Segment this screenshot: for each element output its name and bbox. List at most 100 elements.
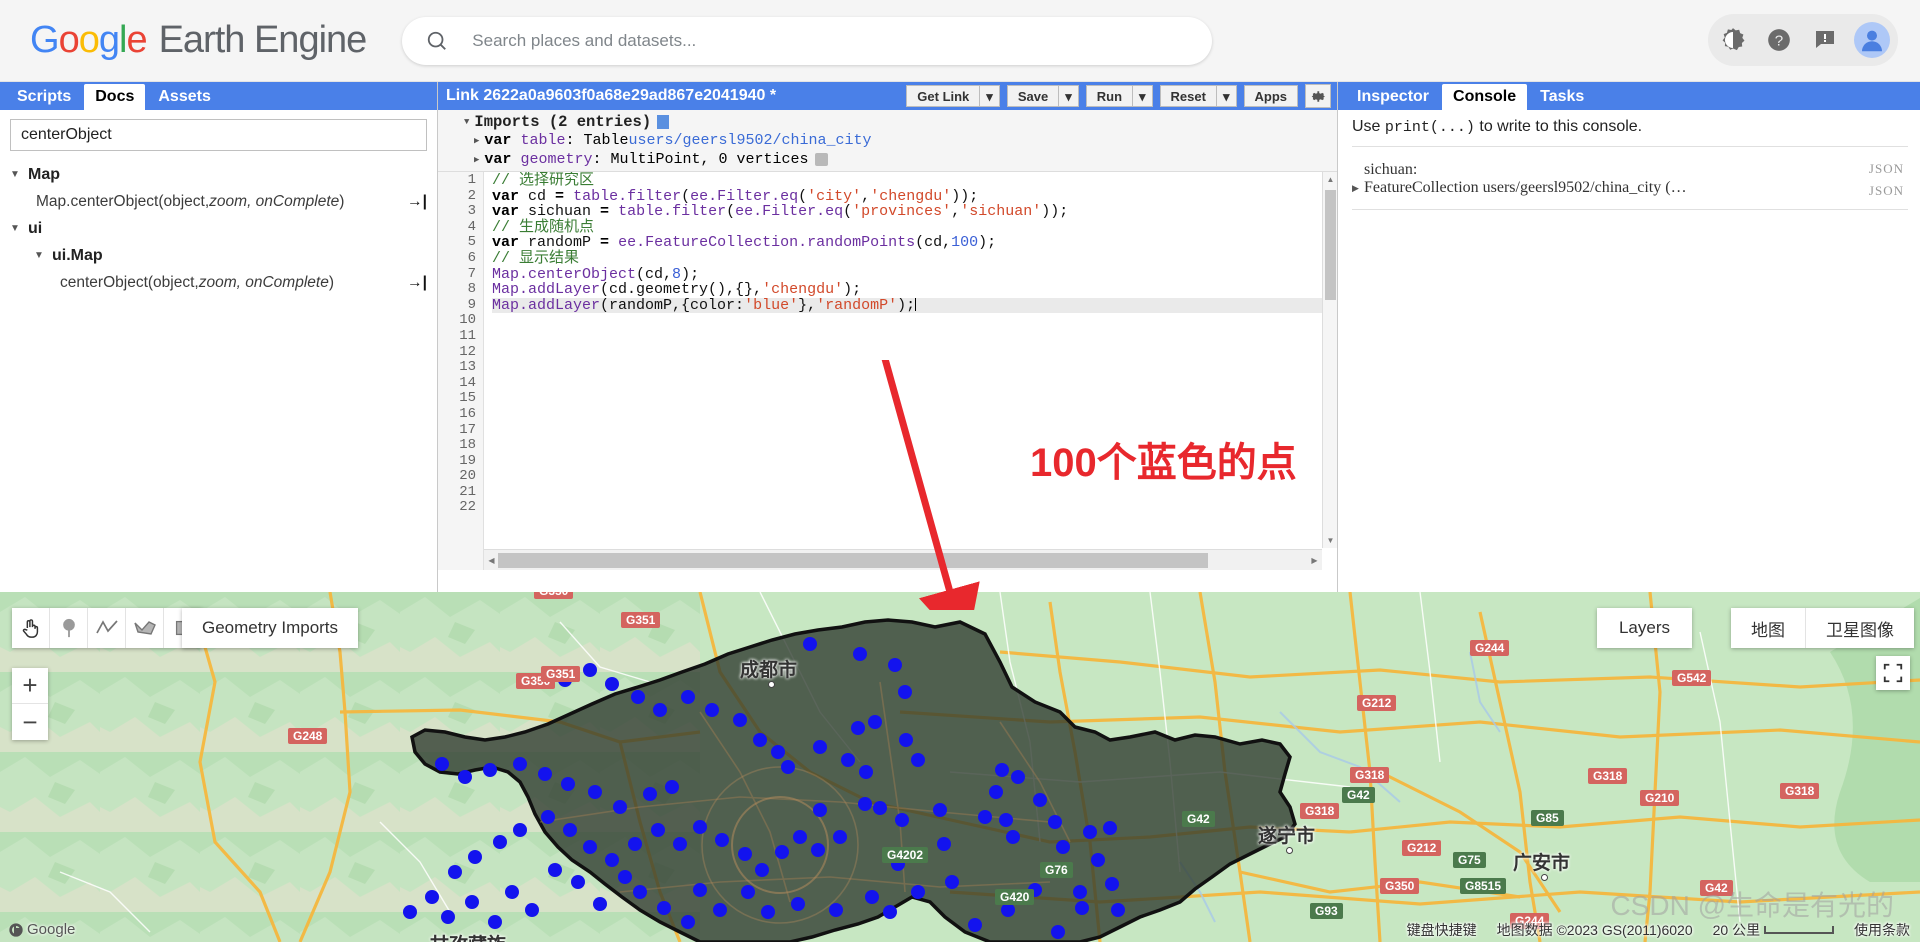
map-layers-button[interactable]: Layers [1596,608,1692,648]
code-line[interactable]: // 生成随机点 [492,219,1337,236]
scale-bar-icon [1764,926,1834,934]
search-icon [426,30,448,52]
sig-prefix: centerObject(object, [60,273,199,291]
insert-arrow-icon[interactable]: →| [407,193,427,211]
editor-horizontal-scrollbar[interactable]: ◀ ▶ [484,549,1322,570]
map-type-road-button[interactable]: 地图 [1731,608,1805,648]
code-line[interactable] [492,391,1337,407]
code-line[interactable]: Map.addLayer(cd.geometry(),{},'chengdu')… [492,282,1337,298]
code-line[interactable]: Map.centerObject(cd,8); [492,266,1337,283]
docs-tree-node-ui-map[interactable]: ▼ ui.Map [10,242,437,269]
console-entry-value: FeatureCollection users/geersl9502/china… [1364,179,1687,196]
code-line[interactable] [492,407,1337,423]
road-shield: G351 [541,666,581,682]
sig-params: zoom, onComplete [198,273,329,291]
save-dropdown[interactable]: ▾ [1058,85,1079,107]
tab-assets[interactable]: Assets [147,84,221,110]
horizontal-scroll-thumb[interactable] [498,553,1208,568]
scroll-up-arrow-icon[interactable]: ▲ [1323,172,1338,187]
hand-pan-icon[interactable] [12,608,50,648]
run-dropdown[interactable]: ▾ [1132,85,1153,107]
docs-search-input[interactable]: centerObject [10,119,427,151]
line-number: 19 [459,452,476,469]
get-link-dropdown[interactable]: ▾ [979,85,1000,107]
gear-icon[interactable] [1305,84,1331,108]
code-token: var [492,234,520,252]
polyline-icon[interactable] [88,608,126,648]
tab-tasks[interactable]: Tasks [1529,84,1595,110]
tab-docs[interactable]: Docs [84,83,146,110]
reset-button[interactable]: Reset [1159,85,1216,107]
import-asset-path[interactable]: users/geersl9502/china_city [628,132,871,149]
road-shield: G75 [1453,852,1486,868]
tab-console[interactable]: Console [1442,83,1528,110]
docs-tree-item-ui-map-centerobject[interactable]: centerObject(object, zoom, onComplete) →… [10,269,437,296]
account-avatar[interactable] [1854,22,1890,58]
map-type-satellite-button[interactable]: 卫星图像 [1805,608,1914,648]
import-settings-icon[interactable] [814,153,828,166]
code-line[interactable]: // 显示结果 [492,251,1337,267]
insert-arrow-icon[interactable]: →| [407,274,427,292]
code-token: sichuan [519,203,601,221]
docs-tree-node-map[interactable]: ▼ Map [10,161,437,188]
code-line[interactable]: // 选择研究区 [492,173,1337,189]
console-tabbar: Inspector Console Tasks [1338,82,1920,110]
code-line[interactable] [492,360,1337,376]
keyboard-shortcuts-link[interactable]: 键盘快捷键 [1407,920,1477,940]
imports-header-row[interactable]: ▼ Imports (2 entries) [438,112,1337,131]
global-search[interactable] [402,16,1213,65]
marker-point-icon[interactable] [50,608,88,648]
reset-dropdown[interactable]: ▾ [1215,85,1237,107]
code-line[interactable]: var sichuan = table.filter(ee.Filter.eq(… [492,204,1337,220]
editor-vertical-scrollbar[interactable]: ▲ ▼ [1322,172,1337,548]
code-line[interactable]: var randomP = ee.FeatureCollection.rando… [492,235,1337,251]
import-entry-table[interactable]: ▶ var table : Table users/geersl9502/chi… [438,131,1337,150]
import-entry-geometry[interactable]: ▶ var geometry : MultiPoint, 0 vertices [438,150,1337,169]
docs-tree-item-map-centerobject[interactable]: Map.centerObject(object, zoom, onComplet… [10,188,437,215]
run-button[interactable]: Run [1085,85,1133,107]
code-token: ( [843,203,853,221]
help-icon[interactable]: ? [1762,23,1796,57]
code-line[interactable]: Map.addLayer(randomP,{color:'blue'},'ran… [492,297,1337,314]
scroll-left-arrow-icon[interactable]: ◀ [484,553,499,568]
scroll-down-arrow-icon[interactable]: ▼ [1323,533,1338,548]
code-line[interactable] [492,500,1337,516]
tab-inspector[interactable]: Inspector [1346,84,1440,110]
scroll-right-arrow-icon[interactable]: ▶ [1307,553,1322,568]
code-line[interactable]: var cd = table.filter(ee.Filter.eq('city… [492,187,1337,205]
imports-doc-icon[interactable] [657,114,670,129]
line-number: 6 [467,249,476,266]
caret-right-icon[interactable]: ▶ [1352,183,1364,194]
console-hint-post: to write to this console. [1474,118,1643,135]
code-line[interactable] [492,376,1337,392]
search-input[interactable] [472,30,1213,51]
apps-button[interactable]: Apps [1243,85,1298,107]
fullscreen-icon[interactable] [1876,656,1910,690]
get-link-button[interactable]: Get Link [906,85,980,107]
zoom-out-button[interactable]: − [12,704,48,740]
tab-scripts[interactable]: Scripts [6,84,82,110]
code-line[interactable] [492,313,1337,329]
zoom-in-button[interactable]: + [12,668,48,704]
vertical-scroll-thumb[interactable] [1325,190,1336,300]
code-line[interactable] [492,345,1337,361]
code-token: (cd.geometry(),{}, [600,281,763,299]
get-link-split: Get Link ▾ [906,85,1000,107]
json-badge[interactable]: JSON [1869,183,1904,199]
map-viewport[interactable]: G350G350G350G350G351G351G248G108G93G245G… [0,592,1920,942]
code-token: ( [798,187,808,205]
json-badge[interactable]: JSON [1869,161,1904,177]
geometry-imports-button[interactable]: Geometry Imports [182,608,359,648]
console-entry[interactable]: sichuan: ▶ FeatureCollection users/geers… [1352,147,1908,210]
code-line[interactable] [492,329,1337,345]
code-content[interactable]: // 选择研究区 var cd = table.filter(ee.Filter.… [484,172,1337,570]
save-button[interactable]: Save [1006,85,1059,107]
import-var-name: table [520,132,566,149]
line-number: 17 [459,421,476,438]
feedback-icon[interactable] [1808,23,1842,57]
docs-tree-node-ui[interactable]: ▼ ui [10,215,437,242]
contrast-icon[interactable] [1716,23,1750,57]
line-number: 12 [459,343,476,360]
console-entry-value-row[interactable]: ▶ FeatureCollection users/geersl9502/chi… [1352,179,1908,197]
polygon-icon[interactable] [126,608,164,648]
